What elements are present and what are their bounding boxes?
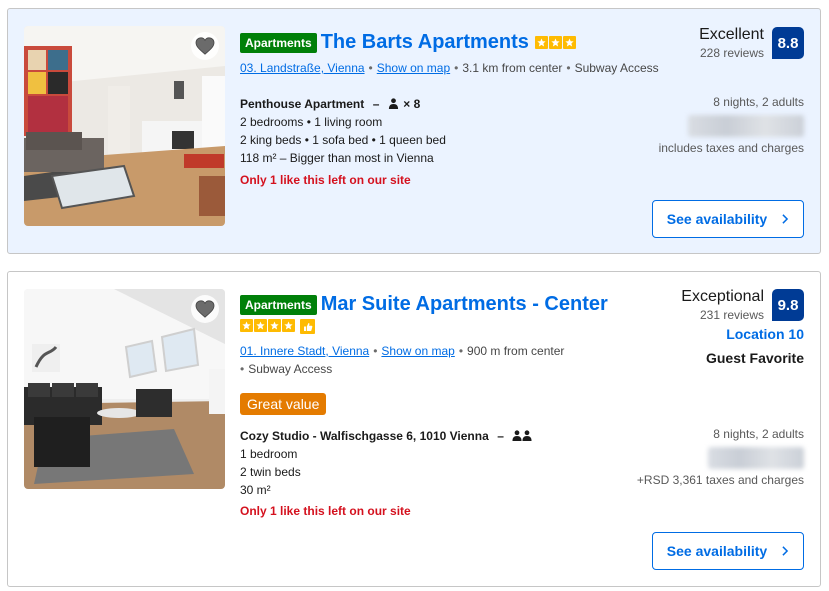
- thumbs-up-icon[interactable]: [300, 319, 315, 335]
- room-details: 1 bedroom 2 twin beds 30 m²: [240, 445, 301, 499]
- room-name: Penthouse Apartment: [240, 97, 365, 111]
- star-icon: [562, 36, 576, 49]
- property-name-link[interactable]: The Barts Apartments: [321, 31, 529, 53]
- heart-icon: [195, 300, 215, 318]
- guest-favorite-label: Guest Favorite: [705, 350, 804, 366]
- property-type-badge: Apartments: [240, 294, 317, 315]
- distance-text: 900 m from center: [467, 344, 565, 358]
- scarcity-message: Only 1 like this left on our site: [240, 173, 411, 187]
- star-icon: [282, 319, 295, 333]
- see-availability-button[interactable]: See availability: [652, 532, 804, 570]
- room-dash: –: [372, 97, 380, 111]
- room-title-row: Cozy Studio - Walfischgasse 6, 1010 Vien…: [240, 427, 532, 445]
- review-count[interactable]: 231 reviews: [700, 308, 764, 322]
- room-title-row: Penthouse Apartment – × 8: [240, 95, 420, 113]
- room-name: Cozy Studio - Walfischgasse 6, 1010 Vien…: [240, 429, 489, 443]
- great-value-badge: Great value: [240, 393, 327, 415]
- room-dash: –: [497, 429, 504, 443]
- see-availability-button[interactable]: See availability: [652, 200, 804, 238]
- property-header: Apartments The Barts Apartments: [240, 31, 576, 54]
- chevron-right-icon: [782, 546, 789, 556]
- person-icon: [388, 98, 398, 109]
- save-to-wishlist-button[interactable]: [191, 32, 219, 60]
- show-on-map-link[interactable]: Show on map: [381, 344, 454, 358]
- deal-badge-wrap: Great value: [240, 393, 327, 415]
- location-line: 01. Innere Stadt, Vienna • Show on map • 900…: [240, 344, 565, 358]
- room-detail-line: 30 m²: [240, 483, 271, 497]
- room-detail-line: 1 bedroom: [240, 447, 298, 461]
- property-header: Apartments Mar Suite Apartments - Center: [240, 293, 608, 316]
- show-on-map-link[interactable]: Show on map: [377, 61, 450, 75]
- chevron-right-icon: [782, 214, 789, 224]
- property-card: Apartments The Barts Apartments 03. Lands…: [7, 8, 821, 254]
- property-photo[interactable]: [24, 26, 225, 226]
- review-count[interactable]: 228 reviews: [700, 46, 764, 60]
- room-detail-line: 2 bedrooms • 1 living room: [240, 115, 383, 129]
- review-score-badge[interactable]: 9.8: [772, 289, 804, 321]
- stay-summary: 8 nights, 2 adults: [713, 95, 804, 109]
- review-score-badge[interactable]: 8.8: [772, 27, 804, 59]
- review-score-word: Excellent: [699, 26, 764, 43]
- room-detail-line: 2 king beds • 1 sofa bed • 1 queen bed: [240, 133, 446, 147]
- star-icon: [548, 36, 562, 49]
- star-icon: [254, 319, 267, 333]
- star-rating: [240, 318, 315, 336]
- transit-text: Subway Access: [574, 61, 659, 75]
- taxes-note: +RSD 3,361 taxes and charges: [636, 473, 804, 487]
- save-to-wishlist-button[interactable]: [191, 295, 219, 323]
- location-line: 03. Landstraße, Vienna • Show on map • 3.1 k…: [240, 61, 659, 75]
- price-blurred: [688, 115, 804, 137]
- room-detail-line: 2 twin beds: [240, 465, 301, 479]
- stay-summary: 8 nights, 2 adults: [713, 427, 804, 441]
- taxes-note: includes taxes and charges: [658, 141, 804, 155]
- location-score: Location 10: [726, 326, 804, 342]
- star-rating: [534, 36, 576, 49]
- star-icon: [534, 36, 548, 49]
- occupancy-text: × 8: [403, 97, 421, 111]
- district-link[interactable]: 01. Innere Stadt, Vienna: [240, 344, 369, 358]
- property-card: Apartments Mar Suite Apartments - Center …: [7, 271, 821, 587]
- see-availability-label: See availability: [666, 543, 768, 559]
- room-details: 2 bedrooms • 1 living room 2 king beds •…: [240, 113, 446, 167]
- see-availability-label: See availability: [666, 211, 768, 227]
- scarcity-message: Only 1 like this left on our site: [240, 504, 411, 518]
- person-icon: [512, 430, 532, 441]
- star-icon: [240, 319, 253, 333]
- room-detail-line: 118 m² – Bigger than most in Vienna: [240, 151, 434, 165]
- district-link[interactable]: 03. Landstraße, Vienna: [240, 61, 365, 75]
- property-type-badge: Apartments: [240, 32, 317, 53]
- property-name-link[interactable]: Mar Suite Apartments - Center: [321, 293, 608, 315]
- star-icon: [268, 319, 281, 333]
- heart-icon: [195, 37, 215, 55]
- property-photo[interactable]: [24, 289, 225, 489]
- distance-text: 3.1 km from center: [462, 61, 563, 75]
- price-blurred: [708, 447, 804, 469]
- transit-line: • Subway Access: [240, 362, 333, 376]
- transit-text: Subway Access: [248, 362, 333, 376]
- review-score-word: Exceptional: [681, 288, 764, 305]
